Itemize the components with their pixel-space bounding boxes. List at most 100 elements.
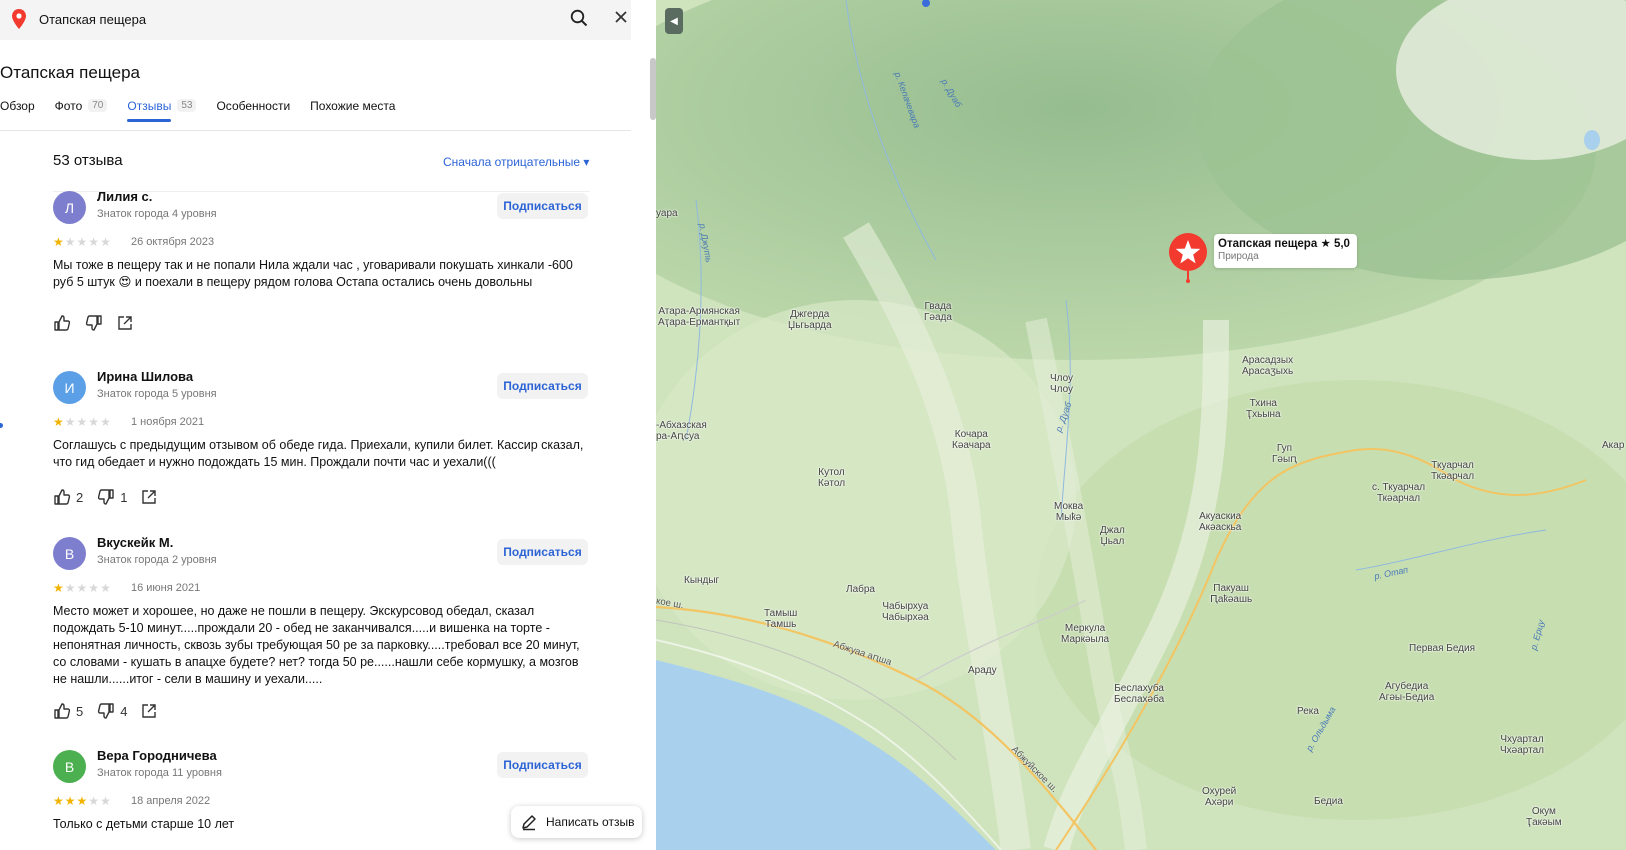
star-empty-icon: ★: [100, 581, 111, 595]
thumbs-up-icon: [54, 315, 71, 331]
search-bar[interactable]: Отапская пещера: [0, 0, 631, 40]
map-label-line: Лабра: [846, 584, 875, 595]
rating-stars: ★ ★ ★ ★ ★: [53, 415, 111, 429]
subscribe-button[interactable]: Подписаться: [497, 539, 588, 565]
star-empty-icon: ★: [64, 415, 76, 429]
map-label-bedia: Бедиа: [1314, 796, 1343, 807]
map-label-line: ра-Аԥсуа: [656, 431, 700, 442]
star-empty-icon: ★: [64, 581, 76, 595]
map-label-akuaskia: Акуаскиа Акәаскьа: [1199, 511, 1241, 533]
map-label-chkhuartal: Чхуартал Чхәартал: [1500, 734, 1544, 756]
sort-dropdown[interactable]: Сначала отрицательные ▾: [443, 155, 589, 169]
star-filled-icon: ★: [53, 235, 64, 249]
map-label-tamysh: Тамыш Тамшь: [764, 608, 797, 630]
avatar[interactable]: В: [53, 537, 86, 570]
write-review-button[interactable]: Написать отзыв: [511, 806, 642, 838]
map-label-line: Мыҟә: [1055, 512, 1082, 523]
map-label-line: Окум: [1531, 806, 1556, 817]
map-label-line: Џьгьарда: [788, 320, 832, 331]
subscribe-button[interactable]: Подписаться: [497, 752, 588, 778]
avatar[interactable]: И: [53, 371, 86, 404]
map-label-mokva: Моква Мыҟә: [1054, 501, 1083, 523]
map-label-line: Беслахәба: [1114, 694, 1165, 705]
review-author[interactable]: Ирина Шилова: [97, 369, 193, 384]
pencil-icon: [522, 815, 536, 831]
map-label-line: Агәы-Бедиа: [1379, 692, 1435, 703]
search-icon[interactable]: [570, 9, 588, 32]
search-input[interactable]: Отапская пещера: [39, 12, 146, 27]
close-icon[interactable]: [614, 10, 628, 29]
map-label-line: Бедиа: [1314, 796, 1343, 807]
thumbs-down-icon: [98, 489, 114, 505]
review-author[interactable]: Вкускейк М.: [97, 535, 173, 550]
map-label-line: Аҭара-Ермантқыт: [658, 317, 741, 328]
review-text: Место может и хорошее, но даже не пошли …: [53, 604, 580, 686]
map-label-line: Первая Бедия: [1409, 643, 1476, 654]
map-label-line: уара: [656, 208, 678, 219]
map-label-line: Акуаскиа: [1199, 511, 1242, 522]
share-button[interactable]: [117, 315, 133, 331]
rating-stars: ★ ★ ★ ★ ★: [53, 794, 111, 808]
map-label-line: Ткәарчал: [1431, 471, 1475, 482]
share-button[interactable]: [141, 489, 157, 505]
avatar[interactable]: Л: [53, 191, 86, 224]
star-filled-icon: ★: [64, 794, 76, 808]
map-terrain: [656, 0, 1626, 850]
tab-label: Обзор: [0, 99, 35, 113]
poi-label-card[interactable]: Отапская пещера ★ 5,0 Природа: [1214, 234, 1357, 268]
tab-similar-places[interactable]: Похожие места: [310, 99, 395, 125]
like-button[interactable]: 5: [53, 702, 83, 720]
author-level: Знаток города 5 уровня: [97, 388, 217, 400]
star-empty-icon: ★: [88, 235, 100, 249]
map-label-line: Тамшь: [764, 619, 797, 630]
review-text: Мы тоже в пещеру так и не попали Нила жд…: [53, 258, 573, 289]
star-filled-icon: ★: [53, 794, 64, 808]
tab-reviews[interactable]: Отзывы 53: [127, 99, 197, 125]
map-label-line: Кочара: [954, 429, 988, 440]
map-label-line: Река: [1297, 706, 1319, 717]
map-label-beslakhuba: Беслахуба Беслахәба: [1114, 683, 1164, 705]
review-text: Соглашусь с предыдущим отзывом об обеде …: [53, 438, 584, 469]
map-label-aradu: Араду: [968, 665, 997, 676]
review-date: 1 ноября 2021: [131, 416, 205, 428]
star-empty-icon: ★: [76, 415, 88, 429]
map[interactable]: Атара-Армянская Аҭара-Ермантқыт Джгерда Џь…: [656, 0, 1626, 850]
tab-label: Похожие места: [310, 99, 396, 113]
poi-name: Отапская пещера: [1218, 238, 1318, 250]
review-actions: [53, 314, 147, 332]
review-author[interactable]: Лилия с.: [97, 189, 152, 204]
map-label-okum: Окум Ҭакәым: [1526, 806, 1562, 828]
subscribe-button[interactable]: Подписаться: [497, 373, 588, 399]
star-pin-icon: [1169, 233, 1207, 283]
tab-photos[interactable]: Фото 70: [55, 99, 108, 125]
share-icon: [142, 704, 157, 718]
avatar[interactable]: В: [53, 750, 86, 783]
poi-title: Отапская пещера ★ 5,0: [1218, 236, 1350, 250]
map-label-dzhgerda: Джгерда Џьгьарда: [788, 309, 832, 331]
tab-overview[interactable]: Обзор: [0, 99, 35, 125]
tab-features[interactable]: Особенности: [216, 99, 290, 125]
dislike-count: 1: [120, 489, 128, 505]
map-label-line: Беслахуба: [1114, 683, 1164, 694]
map-label-line: Гәада: [924, 312, 952, 323]
map-label-kochara: Кочара Кәачара: [952, 429, 991, 451]
poi-category: Природа: [1218, 251, 1259, 262]
subscribe-button[interactable]: Подписаться: [497, 193, 588, 219]
collapse-panel-button[interactable]: ◀: [665, 8, 683, 34]
thumbs-down-icon: [85, 315, 102, 331]
review-actions: 5 4: [53, 702, 171, 720]
thumbs-down-icon: [98, 703, 114, 719]
tab-label: Отзывы: [127, 99, 172, 113]
like-button[interactable]: [53, 314, 71, 332]
poi-marker[interactable]: [1168, 232, 1208, 289]
like-button[interactable]: 2: [53, 488, 83, 506]
map-label-line: Члоу: [1050, 373, 1074, 384]
dislike-button[interactable]: [85, 314, 103, 332]
dislike-button[interactable]: 4: [97, 702, 127, 720]
map-label-line: Гәыԥ: [1272, 454, 1297, 465]
map-label-line: Кәачара: [952, 440, 991, 451]
share-button[interactable]: [141, 703, 157, 719]
map-label-kutol: Кутол Кәтол: [818, 467, 845, 489]
dislike-button[interactable]: 1: [97, 488, 127, 506]
review-author[interactable]: Вера Городничева: [97, 748, 217, 763]
